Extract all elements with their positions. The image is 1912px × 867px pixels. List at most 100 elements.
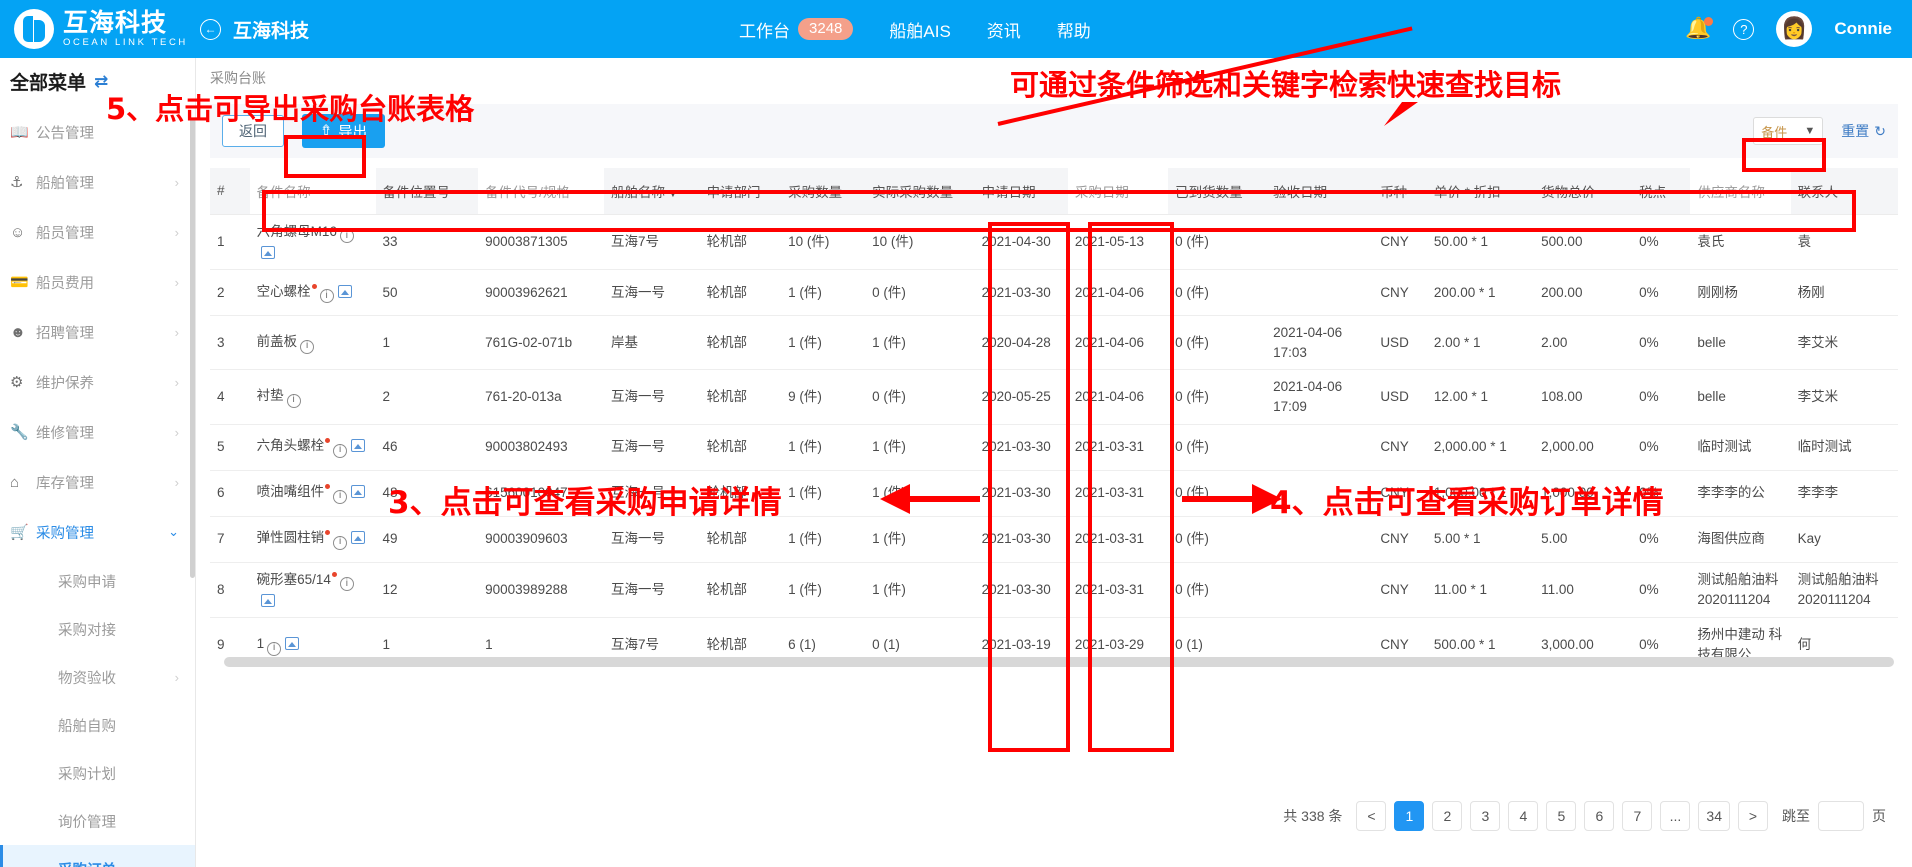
cell-purchase_date[interactable]: 2021-03-31 [1067, 516, 1169, 563]
sidebar-scrollbar[interactable] [190, 118, 195, 578]
jump-to-input[interactable] [1818, 801, 1864, 831]
cell-part_name[interactable]: 衬垫 i [249, 369, 376, 425]
brand-logo-area[interactable]: 互海科技 OCEAN LINK TECH [0, 9, 196, 49]
table-row[interactable]: 5 六角头螺栓 i 46 90003802493 互海一号 轮机部 1 (件) 1 (件) 202… [210, 424, 1898, 471]
sidebar-item-purchase-request[interactable]: 采购申请 [0, 557, 195, 605]
prev-page-button[interactable]: < [1356, 801, 1387, 831]
nav-item-workbench[interactable]: 工作台 3248 [739, 17, 854, 42]
cell-apply_date[interactable]: 2021-03-30 [974, 470, 1068, 517]
cell-apply_date[interactable]: 2021-03-30 [974, 516, 1068, 563]
export-button[interactable]: ⇮ 导出 [302, 114, 386, 148]
cell-purchase_date[interactable]: 2021-03-31 [1067, 424, 1169, 471]
notifications-button[interactable]: 🔔 [1685, 16, 1714, 42]
page-button-2[interactable]: 2 [1432, 801, 1463, 831]
info-icon[interactable]: i [333, 443, 348, 458]
table-row[interactable]: 1 六角螺母M16 i 33 90003871305 互海7号 轮机部 10 (件) 10 (件… [210, 214, 1898, 271]
page-ellipsis[interactable]: ... [1660, 801, 1691, 831]
cell-part_name[interactable]: 六角头螺栓 i [249, 424, 376, 471]
cell-part_name[interactable]: 前盖板 i [249, 315, 376, 371]
image-icon[interactable] [337, 285, 352, 299]
cell-apply_date[interactable]: 2020-05-25 [974, 369, 1068, 425]
nav-item-news[interactable]: 资讯 [987, 17, 1021, 42]
table-horizontal-scrollbar[interactable] [224, 657, 1894, 667]
image-icon[interactable] [260, 593, 275, 607]
sidebar-item-ship-self-purchase[interactable]: 船舶自购 [0, 701, 195, 749]
info-icon[interactable]: i [333, 489, 348, 504]
image-icon[interactable] [351, 439, 366, 453]
user-avatar[interactable]: 👩 [1776, 11, 1813, 47]
sidebar-item-crew-expenses[interactable]: 💳 船员费用 › [0, 257, 195, 307]
info-icon[interactable]: i [300, 339, 315, 354]
nav-item-help[interactable]: 帮助 [1057, 17, 1091, 42]
sidebar-item-crew-management[interactable]: ☺ 船员管理 › [0, 207, 195, 257]
cell-part_name[interactable]: 空心螺栓 i [249, 269, 376, 317]
sidebar-item-purchase-management[interactable]: 🛒 采购管理 ⌄ [0, 507, 195, 557]
sidebar-item-repair[interactable]: 🔧 维修管理 › [0, 407, 195, 457]
sort-icon[interactable]: ▼ [668, 189, 678, 200]
table-row[interactable]: 7 弹性圆柱销 i 49 90003909603 互海一号 轮机部 1 (件) 1 (件) 202… [210, 516, 1898, 563]
cell-part_name[interactable]: 碗形塞65/14 i [249, 562, 376, 619]
page-button-3[interactable]: 3 [1470, 801, 1501, 831]
table-row[interactable]: 8 碗形塞65/14 i 12 90003989288 互海一号 轮机部 1 (件) 1 (件)… [210, 562, 1898, 619]
reset-button[interactable]: 重置 ↻ [1841, 121, 1886, 141]
col-purchase-date[interactable]: 采购日期 [1067, 168, 1169, 215]
question-circle-icon[interactable]: ? [1733, 18, 1755, 40]
page-button-4[interactable]: 4 [1508, 801, 1539, 831]
image-icon[interactable] [260, 245, 275, 259]
cell-purchase_date[interactable]: 2021-04-06 [1067, 269, 1169, 317]
cell-apply_date[interactable]: 2021-03-30 [974, 562, 1068, 619]
cell-apply_date[interactable]: 2020-04-28 [974, 315, 1068, 371]
circle-left-arrow-icon[interactable]: ← [200, 18, 221, 40]
cell-part_name[interactable]: 喷油嘴组件 i [249, 470, 376, 517]
info-icon[interactable]: i [333, 535, 348, 550]
page-button-34[interactable]: 34 [1698, 801, 1730, 831]
sidebar-item-announcements[interactable]: 📖 公告管理 [0, 107, 195, 157]
cell-purchase_date[interactable]: 2021-03-31 [1067, 562, 1169, 619]
info-icon[interactable]: i [267, 641, 282, 656]
swap-icon[interactable]: ⇄ [94, 72, 108, 92]
cell-purchase_date[interactable]: 2021-05-13 [1067, 214, 1169, 271]
sidebar-item-inventory[interactable]: ⌂ 库存管理 › [0, 457, 195, 507]
info-icon[interactable]: i [339, 228, 354, 243]
sidebar-header[interactable]: 全部菜单 ⇄ [0, 58, 195, 107]
nav-item-ais[interactable]: 船舶AIS [889, 17, 950, 42]
page-button-1[interactable]: 1 [1394, 801, 1425, 831]
info-icon[interactable]: i [319, 289, 334, 304]
sidebar-item-vessel-management[interactable]: ⚓ 船舶管理 › [0, 157, 195, 207]
info-icon[interactable]: i [339, 576, 354, 591]
sidebar-item-goods-acceptance[interactable]: 物资验收 › [0, 653, 195, 701]
back-navigation[interactable]: ← 互海科技 [200, 16, 309, 43]
cell-apply_date[interactable]: 2021-03-30 [974, 424, 1068, 471]
image-icon[interactable] [285, 637, 300, 651]
cell-part_name[interactable]: 六角螺母M16 i [249, 214, 376, 271]
info-icon[interactable]: i [286, 393, 301, 408]
col-part-code[interactable]: 备件代号/规格 [478, 168, 604, 215]
sidebar-item-maintenance[interactable]: ⚙ 维护保养 › [0, 357, 195, 407]
sidebar-item-purchase-docking[interactable]: 采购对接 [0, 605, 195, 653]
cell-apply_date[interactable]: 2021-03-30 [974, 269, 1068, 317]
table-row[interactable]: 3 前盖板 i 1 761G-02-071b 岸基 轮机部 1 (件) 1 (件) 2020-04… [210, 315, 1898, 371]
sidebar-item-purchase-plan[interactable]: 采购计划 [0, 749, 195, 797]
cell-apply_date[interactable]: 2021-04-30 [974, 214, 1068, 271]
back-button[interactable]: 返回 [222, 115, 284, 147]
col-ship-name[interactable]: 船舶名称 ▼ [603, 168, 700, 215]
page-button-5[interactable]: 5 [1546, 801, 1577, 831]
image-icon[interactable] [351, 485, 366, 499]
page-button-6[interactable]: 6 [1584, 801, 1615, 831]
sidebar-item-purchase-order[interactable]: 采购订单 [0, 845, 195, 867]
sidebar-item-inquiry-management[interactable]: 询价管理 [0, 797, 195, 845]
table-row[interactable]: 4 衬垫 i 2 761-20-013a 互海一号 轮机部 9 (件) 0 (件) 2020-05… [210, 369, 1898, 425]
col-part-name[interactable]: 备件名称 [249, 168, 376, 215]
page-button-7[interactable]: 7 [1622, 801, 1653, 831]
table-row[interactable]: 2 空心螺栓 i 50 90003962621 互海一号 轮机部 1 (件) 0 (件) 2021… [210, 269, 1898, 317]
next-page-button[interactable]: > [1738, 801, 1768, 831]
cell-purchase_date[interactable]: 2021-03-31 [1067, 470, 1169, 517]
table-row[interactable]: 6 喷油嘴组件 i 48 61560010047 互海一号 轮机部 1 (件) 1 (件) 202… [210, 470, 1898, 517]
sidebar-item-recruitment[interactable]: ☻ 招聘管理 › [0, 307, 195, 357]
category-select[interactable]: 备件 ▼ [1753, 117, 1824, 145]
cell-part_name[interactable]: 弹性圆柱销 i [249, 516, 376, 563]
cell-purchase_date[interactable]: 2021-04-06 [1067, 369, 1169, 425]
image-icon[interactable] [351, 531, 366, 545]
cell-purchase_date[interactable]: 2021-04-06 [1067, 315, 1169, 371]
col-supplier[interactable]: 供应商名称 [1690, 168, 1791, 215]
